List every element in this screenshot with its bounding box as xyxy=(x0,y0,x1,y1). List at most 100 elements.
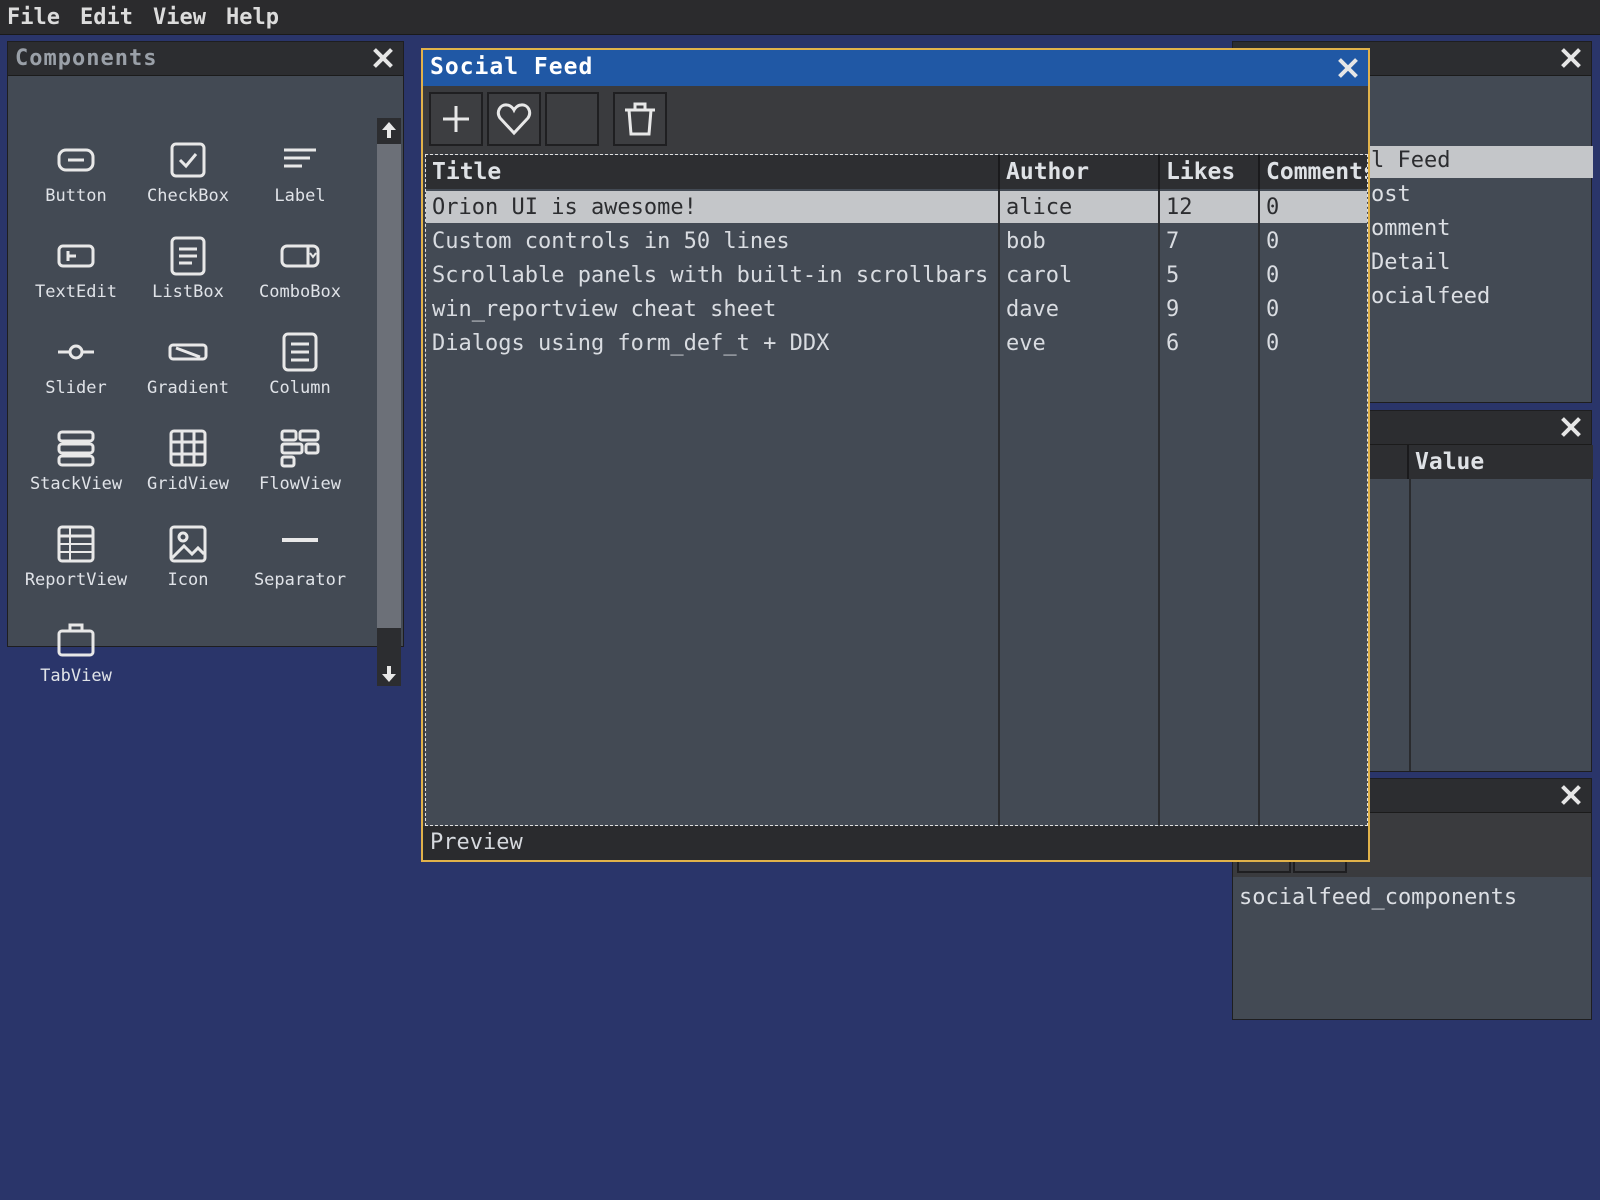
cell-comments: 0 xyxy=(1266,229,1280,254)
component-separator[interactable]: Separator xyxy=(244,514,356,600)
column-header-comments[interactable]: Comments xyxy=(1260,155,1367,189)
close-icon[interactable] xyxy=(371,46,395,70)
add-post-button[interactable] xyxy=(429,92,483,146)
component-stackview[interactable]: StackView xyxy=(20,418,132,504)
status-bar: Preview xyxy=(423,826,1368,860)
cell-title: Orion UI is awesome! xyxy=(426,191,998,223)
component-label: Label xyxy=(274,186,326,206)
component-listbox[interactable]: ListBox xyxy=(132,226,244,312)
components-grid: Button CheckBox Label TextEdit ListBox C… xyxy=(20,130,368,686)
close-icon[interactable] xyxy=(1559,46,1583,70)
column-header-likes[interactable]: Likes xyxy=(1160,155,1260,189)
table-row[interactable]: win_reportview cheat sheet dave 9 0 xyxy=(426,293,1367,327)
cell-likes: 7 xyxy=(1166,229,1180,254)
cell-likes: 12 xyxy=(1160,191,1258,223)
component-label: Gradient xyxy=(147,378,229,398)
component-checkbox[interactable]: CheckBox xyxy=(132,130,244,216)
menu-edit[interactable]: Edit xyxy=(73,5,142,30)
components-panel-titlebar: Components xyxy=(8,42,403,76)
gradient-icon xyxy=(168,343,208,361)
cell-title: Custom controls in 50 lines xyxy=(432,229,790,254)
column-header-title[interactable]: Title xyxy=(426,155,1000,189)
component-gridview[interactable]: GridView xyxy=(132,418,244,504)
label-icon xyxy=(284,148,316,168)
component-label-item[interactable]: Label xyxy=(244,130,356,216)
menu-view[interactable]: View xyxy=(146,5,215,30)
component-label: TextEdit xyxy=(35,282,117,302)
component-slider[interactable]: Slider xyxy=(20,322,132,408)
outline-item[interactable]: ocialfeed xyxy=(1371,284,1490,309)
add-icon xyxy=(443,106,469,132)
social-feed-window: Social Feed Title Author Likes Comments … xyxy=(421,48,1370,862)
comment-button[interactable] xyxy=(545,92,599,146)
close-icon[interactable] xyxy=(1559,415,1583,439)
trash-icon xyxy=(625,102,655,136)
menu-bar: File Edit View Help xyxy=(0,0,1600,35)
component-gradient[interactable]: Gradient xyxy=(132,322,244,408)
checkbox-icon xyxy=(170,142,206,178)
components-panel: Components Button CheckBox Label TextEdi… xyxy=(7,41,404,686)
cell-author: alice xyxy=(1000,191,1158,223)
heart-icon xyxy=(496,103,532,136)
menu-file[interactable]: File xyxy=(0,5,69,30)
component-reportview[interactable]: ReportView xyxy=(20,514,132,600)
component-button[interactable]: Button xyxy=(20,130,132,216)
outline-item[interactable]: l Feed xyxy=(1371,148,1450,173)
components-scrollbar[interactable] xyxy=(377,118,401,686)
feed-table: Title Author Likes Comments Orion UI is … xyxy=(425,154,1368,826)
button-icon xyxy=(57,148,95,172)
table-row[interactable]: Custom controls in 50 lines bob 7 0 xyxy=(426,225,1367,259)
like-button[interactable] xyxy=(487,92,541,146)
cell-likes: 5 xyxy=(1166,263,1180,288)
column-header-author[interactable]: Author xyxy=(1000,155,1160,189)
textedit-icon xyxy=(57,244,95,268)
combobox-icon xyxy=(280,244,320,268)
cell-title: Scrollable panels with built-in scrollba… xyxy=(432,263,989,288)
close-icon[interactable] xyxy=(1559,783,1583,807)
gridview-icon xyxy=(169,429,207,467)
listbox-icon xyxy=(170,236,206,276)
stackview-icon xyxy=(57,430,95,467)
cell-author: eve xyxy=(1006,331,1046,356)
component-combobox[interactable]: ComboBox xyxy=(244,226,356,312)
component-label: Separator xyxy=(253,570,347,590)
reportview-icon xyxy=(57,525,95,563)
outline-item[interactable]: Detail xyxy=(1371,250,1450,275)
window-title: Social Feed xyxy=(430,54,594,80)
close-icon[interactable] xyxy=(1336,56,1360,80)
component-label: StackView xyxy=(29,474,123,494)
arrow-down-icon[interactable] xyxy=(381,664,397,684)
delete-button[interactable] xyxy=(613,92,667,146)
cell-comments: 0 xyxy=(1266,297,1280,322)
social-feed-titlebar[interactable]: Social Feed xyxy=(423,50,1368,86)
flowview-icon xyxy=(280,429,320,468)
component-column[interactable]: Column xyxy=(244,322,356,408)
component-label: ListBox xyxy=(152,282,224,302)
properties-col-sep xyxy=(1409,479,1411,771)
component-tabview[interactable]: TabView xyxy=(20,610,132,686)
component-label: TabView xyxy=(40,666,112,686)
component-label: GridView xyxy=(147,474,229,494)
component-textedit[interactable]: TextEdit xyxy=(20,226,132,312)
arrow-up-icon[interactable] xyxy=(381,120,397,140)
cell-author: bob xyxy=(1006,229,1046,254)
image-icon xyxy=(169,525,207,563)
project-item[interactable]: socialfeed_components xyxy=(1239,885,1517,910)
briefcase-icon xyxy=(57,623,95,657)
table-row[interactable]: Orion UI is awesome! alice 12 0 xyxy=(426,191,1367,225)
outline-item[interactable]: omment xyxy=(1371,216,1450,241)
scrollbar-thumb[interactable] xyxy=(377,144,401,628)
table-row[interactable]: Dialogs using form_def_t + DDX eve 6 0 xyxy=(426,327,1367,361)
outline-item[interactable]: ost xyxy=(1371,182,1411,207)
component-label: FlowView xyxy=(259,474,341,494)
menu-help[interactable]: Help xyxy=(219,5,288,30)
cell-comments: 0 xyxy=(1266,263,1280,288)
component-label: Button xyxy=(45,186,107,206)
cell-likes: 9 xyxy=(1166,297,1180,322)
component-flowview[interactable]: FlowView xyxy=(244,418,356,504)
table-row[interactable]: Scrollable panels with built-in scrollba… xyxy=(426,259,1367,293)
separator-icon xyxy=(282,538,318,542)
component-icon[interactable]: Icon xyxy=(132,514,244,600)
cell-title: Dialogs using form_def_t + DDX xyxy=(432,331,830,356)
cell-likes: 6 xyxy=(1166,331,1180,356)
